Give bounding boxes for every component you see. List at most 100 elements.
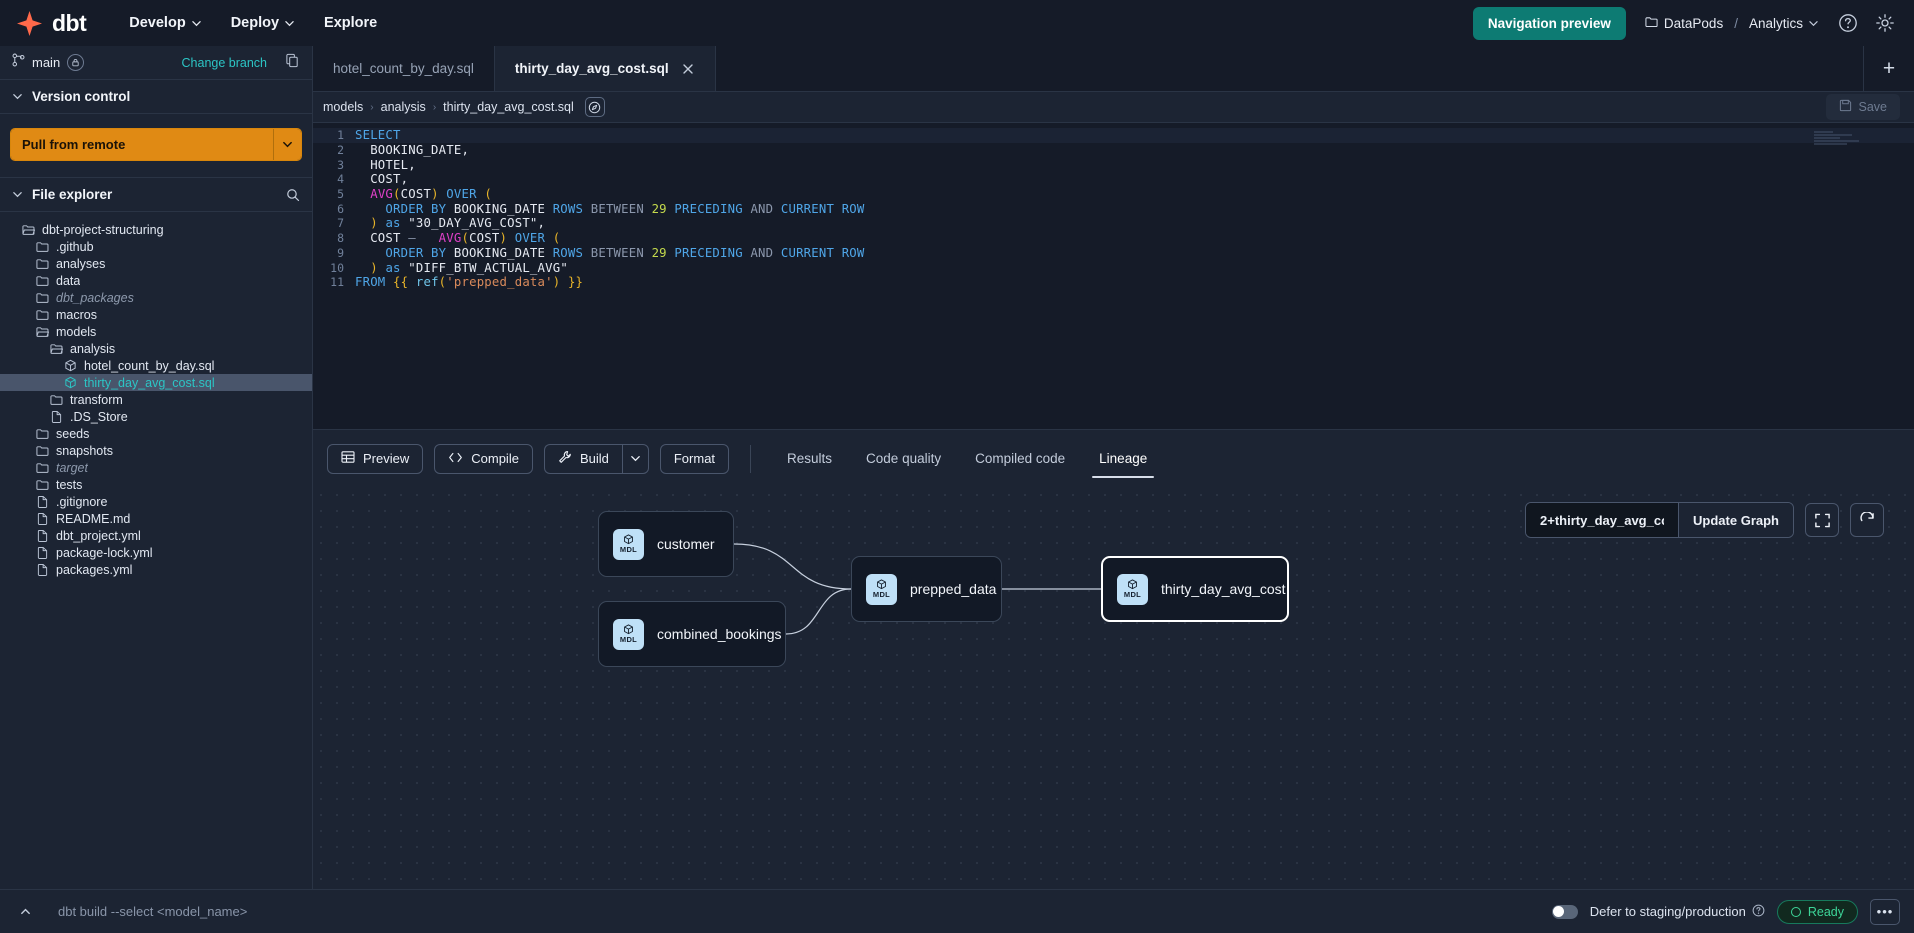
file-explorer-section-header[interactable]: File explorer [0,178,312,212]
command-bar-expand-icon[interactable] [14,905,36,918]
navigation-preview-button[interactable]: Navigation preview [1472,6,1626,40]
lineage-node[interactable]: MDL prepped_data [851,556,1002,622]
file-tree-item[interactable]: models [0,323,312,340]
chevron-down-icon[interactable] [273,129,301,160]
editor-tab-bar: hotel_count_by_day.sql thirty_day_avg_co… [313,46,1914,92]
model-badge-label: MDL [619,545,638,555]
new-tab-button[interactable]: + [1864,57,1898,81]
folder-icon [36,240,49,253]
nav-item-explore-label: Explore [324,15,378,31]
line-number: 5 [337,187,344,202]
tab-code-quality[interactable]: Code quality [851,430,956,487]
gear-icon[interactable] [1874,12,1896,34]
account-selector[interactable]: DataPods [1641,13,1727,34]
defer-label: Defer to staging/production [1589,904,1746,919]
refresh-icon[interactable] [1850,503,1884,537]
file-tree-item-label: tests [56,477,83,492]
file-tree-item[interactable]: dbt-project-structuring [0,221,312,238]
toolbar-divider [750,444,752,473]
nav-item-deploy[interactable]: Deploy [218,8,307,38]
lineage-graph-panel[interactable]: Update Graph MDLcusto [313,487,1914,889]
status-badge: Ready [1776,899,1858,924]
file-tree-item[interactable]: tests [0,476,312,493]
code-line: 8 COST – AVG(COST) OVER ( [313,231,1914,246]
compile-button[interactable]: Compile [434,443,533,474]
file-tree-item[interactable]: package-lock.yml [0,544,312,561]
pull-from-remote-button[interactable]: Pull from remote [10,128,302,161]
tab-bar-right: + [1863,46,1914,91]
tab-compiled-code[interactable]: Compiled code [960,430,1080,487]
project-selector[interactable]: Analytics [1745,13,1822,34]
file-tree-item[interactable]: dbt_packages [0,289,312,306]
help-circle-icon[interactable] [1837,12,1859,34]
code-line: 1 SELECT [313,128,1914,143]
version-control-section-header[interactable]: Version control [0,80,312,114]
lineage-node[interactable]: MDL customer [598,511,734,577]
tab-lineage[interactable]: Lineage [1084,430,1162,487]
breadcrumb-analysis[interactable]: analysis [381,100,426,114]
update-graph-button[interactable]: Update Graph [1678,503,1793,537]
breadcrumb-separator-icon: › [370,101,374,113]
overflow-menu-button[interactable]: ••• [1870,898,1900,925]
file-tree-item[interactable]: transform [0,391,312,408]
close-icon[interactable] [681,62,695,76]
lineage-node[interactable]: MDL thirty_day_avg_cost [1101,556,1289,622]
expand-icon[interactable] [1805,503,1839,537]
nav-item-explore[interactable]: Explore [311,8,390,38]
tab-results[interactable]: Results [772,430,847,487]
folder-open-icon [50,342,63,355]
build-button[interactable]: Build [543,443,622,474]
file-tree-item[interactable]: analysis [0,340,312,357]
preview-button[interactable]: Preview [327,443,424,474]
copy-icon[interactable] [285,53,300,73]
file-tree-item[interactable]: analyses [0,255,312,272]
file-tree-item[interactable]: data [0,272,312,289]
file-tree-item[interactable]: macros [0,306,312,323]
build-dropdown-toggle[interactable] [621,443,649,474]
code-line: 2 BOOKING_DATE, [313,143,1914,158]
folder-icon [36,257,49,270]
folder-icon [36,308,49,321]
file-tree-item-label: analysis [70,341,116,356]
file-tree-item[interactable]: seeds [0,425,312,442]
format-button[interactable]: Format [659,443,730,474]
chevron-down-icon [191,19,201,28]
editor-tab-hotel-count-by-day[interactable]: hotel_count_by_day.sql [313,46,495,91]
build-label: Build [579,451,609,466]
search-icon[interactable] [286,188,300,202]
top-nav-right-cluster: Navigation preview DataPods / Analytics [1472,6,1896,40]
graph-selector-input[interactable] [1526,503,1679,537]
file-tree-item-label: package-lock.yml [56,545,153,560]
file-tree-item[interactable]: README.md [0,510,312,527]
sql-code-editor[interactable]: 1 SELECT 2 BOOKING_DATE, 3 HOTEL, 4 COST, 5 A… [313,123,1914,429]
file-tree-item[interactable]: target [0,459,312,476]
file-tree-item[interactable]: .DS_Store [0,408,312,425]
code-line-content: HOTEL, [355,157,416,172]
compass-icon[interactable] [584,97,605,117]
change-branch-link[interactable]: Change branch [182,56,267,70]
file-tree-item[interactable]: .gitignore [0,493,312,510]
main-panel: hotel_count_by_day.sql thirty_day_avg_co… [313,46,1914,889]
command-placeholder[interactable]: dbt build --select <model_name> [58,904,247,919]
file-tree-item[interactable]: thirty_day_avg_cost.sql [0,374,312,391]
file-tree-item[interactable]: dbt_project.yml [0,527,312,544]
chevron-down-icon [1809,19,1818,28]
file-tree-item[interactable]: packages.yml [0,561,312,578]
breadcrumb-models[interactable]: models [323,100,363,114]
nav-item-develop[interactable]: Develop [116,8,213,38]
save-button[interactable]: Save [1825,94,1900,120]
dbt-logo[interactable]: dbt [16,10,87,37]
file-tree-item[interactable]: snapshots [0,442,312,459]
editor-action-bar: Preview Compile Build Format Results Cod… [313,429,1914,487]
lineage-node[interactable]: MDL combined_bookings [598,601,786,667]
help-circle-icon[interactable] [1752,904,1765,920]
file-tree-item[interactable]: hotel_count_by_day.sql [0,357,312,374]
version-control-title: Version control [32,89,131,104]
file-icon [36,546,49,559]
editor-tab-thirty-day-avg-cost[interactable]: thirty_day_avg_cost.sql [494,46,716,91]
editor-minimap[interactable] [1814,131,1900,151]
defer-toggle[interactable] [1551,904,1578,919]
file-tree-item[interactable]: .github [0,238,312,255]
breadcrumb-file[interactable]: thirty_day_avg_cost.sql [443,100,574,114]
top-navigation-bar: dbt Develop Deploy Explore Navigation pr… [0,0,1914,46]
